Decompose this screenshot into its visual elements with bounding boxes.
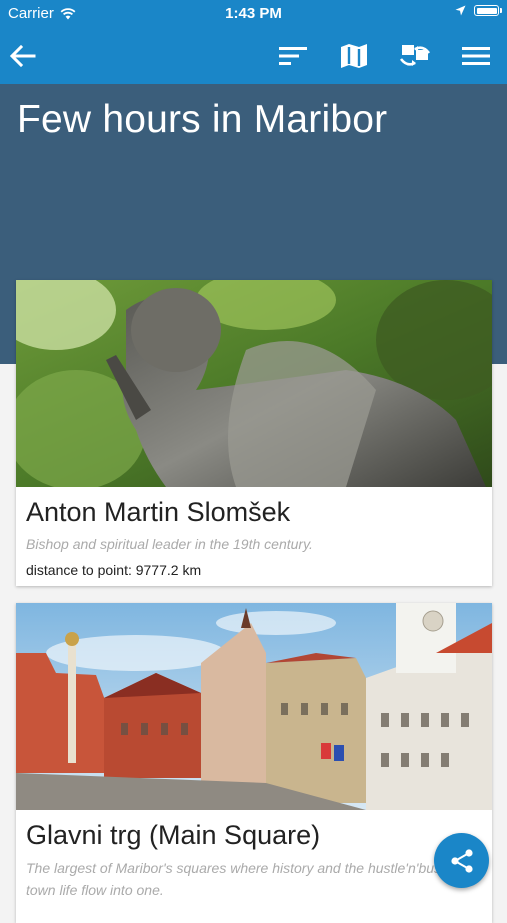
page-title: Few hours in Maribor [17, 98, 388, 141]
menu-icon [462, 47, 490, 65]
status-bar: Carrier 1:43 PM [0, 0, 507, 28]
point-image [16, 603, 492, 810]
sort-button[interactable] [275, 38, 311, 74]
point-description: Bishop and spiritual leader in the 19th … [26, 536, 313, 552]
point-card[interactable]: Glavni trg (Main Square) The largest of … [16, 603, 492, 923]
point-image [16, 280, 492, 487]
point-card[interactable]: Anton Martin Slomšek Bishop and spiritua… [16, 280, 492, 586]
menu-button[interactable] [458, 38, 494, 74]
transfer-icon [399, 45, 431, 66]
share-button[interactable] [434, 833, 489, 888]
point-card-body: Glavni trg (Main Square) The largest of … [16, 810, 492, 901]
status-right [455, 5, 502, 16]
share-icon [450, 848, 473, 873]
sort-icon [279, 47, 307, 65]
point-title: Glavni trg (Main Square) [26, 820, 321, 850]
arrow-left-icon [10, 45, 36, 67]
app-toolbar [0, 28, 507, 84]
battery-icon [474, 5, 502, 16]
clock: 1:43 PM [225, 5, 282, 22]
transfer-button[interactable] [397, 38, 433, 74]
point-distance: distance to point: 9777.2 km [26, 562, 202, 578]
back-button[interactable] [5, 38, 41, 74]
location-arrow-icon [455, 5, 466, 16]
map-icon [341, 44, 367, 68]
point-card-body: Anton Martin Slomšek Bishop and spiritua… [16, 487, 492, 578]
map-button[interactable] [336, 38, 372, 74]
point-title: Anton Martin Slomšek [26, 497, 291, 527]
point-description: The largest of Maribor's squares where h… [26, 860, 472, 898]
